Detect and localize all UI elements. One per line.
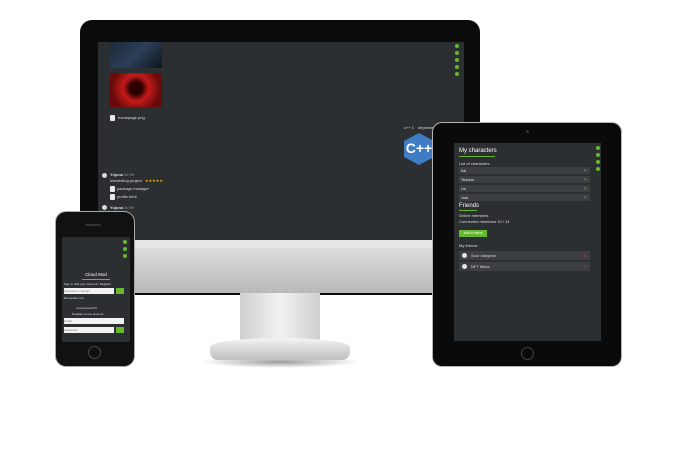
heading-underline (459, 156, 495, 157)
settings-icon[interactable] (455, 58, 459, 62)
forgot-password-link[interactable]: Lost password? (76, 306, 97, 311)
my-friends-label: My friends (459, 243, 478, 248)
friend-row[interactable]: NFT Meka ✕ (459, 262, 590, 271)
attachment-1[interactable]: package.manager (117, 186, 149, 191)
friends-count: Connected members 10 / 14 (459, 219, 510, 224)
remember-label[interactable]: Remember me (64, 296, 84, 301)
cpp-caption-left: c++ 1 (404, 125, 415, 130)
edit-icon[interactable]: ✎ (584, 195, 587, 200)
settings-icon[interactable] (123, 254, 127, 258)
tablet-camera (526, 130, 529, 133)
avatar (462, 264, 467, 269)
email-input[interactable]: Email (64, 318, 124, 324)
file-name[interactable]: homepage.png (118, 115, 145, 120)
character-row[interactable]: Jack ✎ (459, 194, 590, 201)
rating-stars: ★★★★★ (145, 178, 163, 183)
attachment-icon (110, 186, 115, 192)
character-name: Kai (461, 168, 467, 173)
second-time: 2d 9h (124, 205, 135, 210)
phone-side-toolbar (123, 240, 129, 261)
cpp-logo-text: C++ (405, 140, 433, 156)
comment-time: 2d 9h (124, 172, 135, 177)
phone-speaker (85, 224, 101, 226)
user-icon[interactable] (596, 153, 600, 157)
monitor-stand-foot (210, 338, 350, 360)
remove-icon[interactable]: ✕ (584, 264, 587, 269)
tablet-home-button (521, 347, 534, 360)
register-submit-button[interactable] (116, 327, 124, 333)
file-icon (110, 115, 115, 121)
attachment-2[interactable]: profile.html (117, 194, 137, 199)
user-icon[interactable] (455, 51, 459, 55)
edit-icon[interactable]: ✎ (584, 168, 587, 173)
friend-row[interactable]: Sour dungeon ✕ (459, 251, 590, 260)
character-row[interactable]: Kai ✎ (459, 167, 590, 174)
desktop-side-toolbar (455, 44, 461, 79)
characters-subheading: List of characters (459, 161, 490, 166)
remove-icon[interactable]: ✕ (584, 253, 587, 258)
characters-heading: My characters (459, 148, 497, 154)
friend-name: NFT Meka (471, 264, 490, 269)
phone-home-button (88, 346, 101, 359)
title-underline (82, 279, 110, 280)
home-icon[interactable] (123, 240, 127, 244)
tablet-side-toolbar (596, 146, 602, 174)
avatar (102, 173, 107, 178)
friends-underline (459, 210, 477, 211)
edit-icon[interactable]: ✎ (584, 186, 587, 191)
character-name: Tsubasa (461, 177, 475, 182)
image-thumbnail-dark[interactable] (110, 42, 162, 68)
image-thumbnail-red[interactable] (110, 73, 162, 107)
login-submit-button[interactable] (116, 288, 124, 294)
bell-icon[interactable] (455, 72, 459, 76)
message-icon[interactable] (455, 65, 459, 69)
avatar (462, 253, 467, 258)
friend-name: Sour dungeon (471, 253, 497, 258)
login-title: Cloud Mod (85, 272, 107, 277)
username-input[interactable]: Username or Email (64, 288, 114, 294)
monitor-taskbar (98, 240, 464, 248)
monitor-stand-neck (240, 293, 320, 341)
character-name: Lia (461, 186, 466, 191)
home-icon[interactable] (455, 44, 459, 48)
character-row[interactable]: Lia ✎ (459, 185, 590, 192)
home-icon[interactable] (596, 146, 600, 150)
login-subtitle: Sign in with your account / Register (64, 282, 112, 286)
friends-subheading: Online members (459, 213, 489, 218)
second-user[interactable]: Yujuna (110, 205, 123, 210)
comment-user[interactable]: Yujuna (110, 172, 123, 177)
avatar (102, 205, 107, 210)
friends-heading: Friends (459, 203, 480, 209)
user-icon[interactable] (123, 247, 127, 251)
password-input[interactable]: Password (64, 327, 114, 333)
edit-icon[interactable]: ✎ (584, 177, 587, 182)
register-label: Register a new account (72, 312, 104, 316)
message-icon[interactable] (596, 167, 600, 171)
monitor-chin (80, 248, 480, 293)
comment-text: Interesting project (110, 178, 142, 183)
settings-icon[interactable] (596, 160, 600, 164)
add-friend-button[interactable]: Add a friend (459, 230, 487, 237)
character-name: Jack (461, 195, 469, 200)
character-row[interactable]: Tsubasa ✎ (459, 176, 590, 183)
attachment-icon (110, 194, 115, 200)
